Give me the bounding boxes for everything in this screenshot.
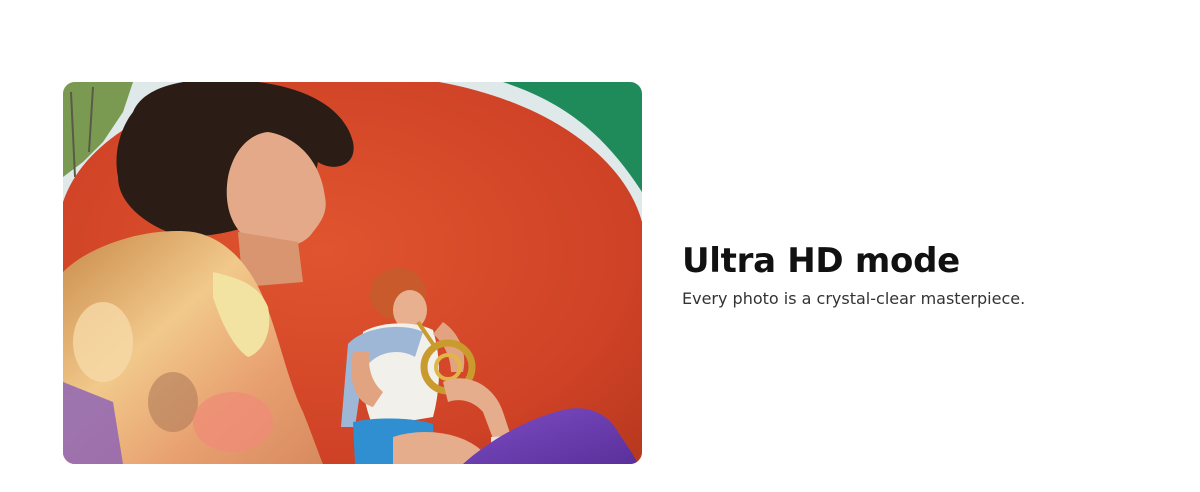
feature-text-block: Ultra HD mode Every photo is a crystal-c… bbox=[682, 240, 1162, 310]
feature-photo bbox=[63, 82, 642, 464]
feature-title: Ultra HD mode bbox=[682, 241, 960, 281]
photo-illustration bbox=[63, 82, 642, 464]
feature-subtitle: Every photo is a crystal-clear masterpie… bbox=[682, 289, 1026, 308]
